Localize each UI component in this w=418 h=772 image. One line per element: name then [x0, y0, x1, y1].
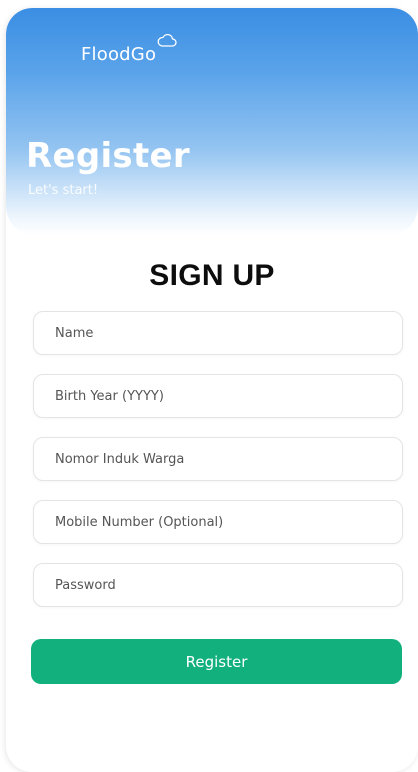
app-name: FloodGo — [81, 44, 157, 65]
password-field-box — [33, 563, 403, 607]
birth-year-input[interactable] — [34, 375, 402, 417]
register-button[interactable]: Register — [31, 639, 402, 684]
citizen-id-input[interactable] — [34, 438, 402, 480]
citizen-id-field-box — [33, 437, 403, 481]
app-logo: FloodGo — [81, 33, 177, 65]
header-banner: FloodGo Register Let's start! — [6, 8, 418, 236]
form-heading: SIGN UP — [149, 259, 275, 292]
page-subtitle: Let's start! — [28, 183, 99, 198]
cloud-icon — [157, 33, 177, 47]
name-input[interactable] — [34, 312, 402, 354]
mobile-number-input[interactable] — [34, 501, 402, 543]
app-screen: FloodGo Register Let's start! SIGN UP Re… — [6, 8, 418, 772]
password-input[interactable] — [34, 564, 402, 606]
name-field-box — [33, 311, 403, 355]
page-title: Register — [26, 136, 190, 176]
birth-year-field-box — [33, 374, 403, 418]
mobile-number-field-box — [33, 500, 403, 544]
